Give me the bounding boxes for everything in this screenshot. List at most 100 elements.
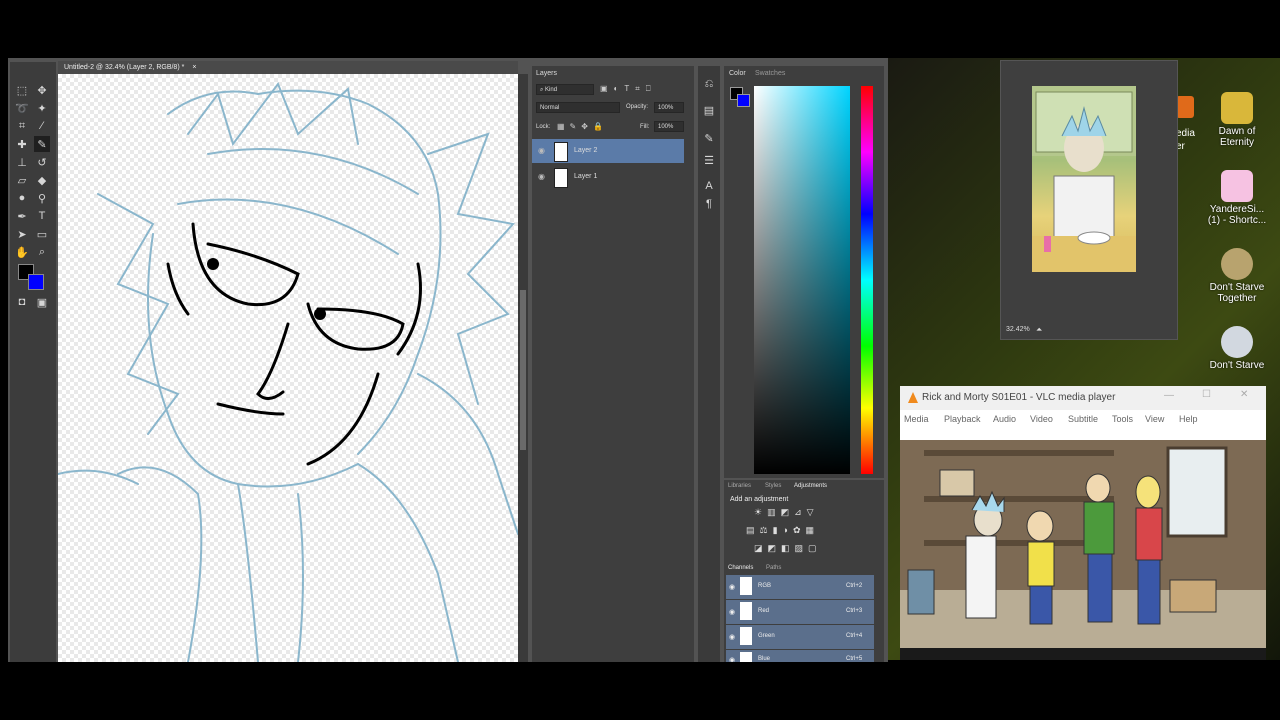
desktop-icon-dawn-of-eternity[interactable]: Dawn of Eternity (1207, 92, 1267, 148)
layer-thumbnail (554, 142, 568, 162)
desktop-icon-label: Don't Starve (1209, 360, 1265, 371)
close-icon[interactable]: × (184, 64, 196, 71)
layer-filter-select[interactable]: ⌕ Kind (536, 84, 594, 95)
lock-icons[interactable]: ▦✎✥🔒 (557, 122, 608, 131)
magic-wand-icon[interactable]: ✦ (34, 100, 50, 116)
blend-mode-select[interactable]: Normal (536, 102, 620, 113)
lock-label: Lock: (536, 124, 551, 130)
canvas-scrollbar-thumb[interactable] (520, 290, 526, 450)
hue-slider[interactable] (861, 86, 873, 474)
layer-row-layer-2[interactable]: ◉ Layer 2 (532, 139, 684, 163)
adjustment-icons-row-3[interactable]: ◪◩◧▨▢ (754, 543, 822, 554)
minimize-icon[interactable]: — (1164, 390, 1174, 401)
tab-channels[interactable]: Channels (728, 565, 753, 571)
tab-swatches[interactable]: Swatches (755, 70, 785, 77)
desktop-icon-dont-starve-together[interactable]: Don't Starve Together (1207, 248, 1267, 304)
menu-view[interactable]: View (1145, 414, 1164, 424)
hand-tool-icon[interactable]: ✋ (14, 244, 30, 260)
channel-row-blue[interactable]: ◉ Blue Ctrl+5 (726, 650, 874, 662)
tab-styles[interactable]: Styles (765, 483, 781, 489)
blur-tool-icon[interactable]: ● (14, 190, 30, 206)
paragraph-icon[interactable]: ¶ (701, 196, 717, 212)
layer-row-layer-1[interactable]: ◉ Layer 1 (532, 165, 684, 189)
desktop-partial-label-1: edia (1176, 128, 1195, 139)
menu-tools[interactable]: Tools (1112, 414, 1133, 424)
bucket-tool-icon[interactable]: ◆ (34, 172, 50, 188)
tab-libraries[interactable]: Libraries (728, 483, 751, 489)
eye-icon[interactable]: ◉ (538, 172, 545, 181)
vlc-seek-bar[interactable] (900, 648, 1266, 660)
eye-icon[interactable]: ◉ (729, 583, 735, 591)
brush-settings-icon[interactable]: ☰ (701, 152, 717, 168)
eyedropper-icon[interactable]: ⁄ (34, 118, 50, 134)
menu-video[interactable]: Video (1030, 414, 1053, 424)
tab-adjustments[interactable]: Adjustments (794, 483, 827, 489)
tools-panel: ⬚ ✥ ➰ ✦ ⌗ ⁄ ✚ ✎ ⊥ ↺ ▱ ◆ ● ⚲ ✒ T ➤ ▭ ✋ ⌕ … (10, 62, 56, 662)
color-field[interactable] (754, 86, 850, 474)
navigator-zoom[interactable]: 32.42% (1006, 326, 1030, 333)
history-icon[interactable]: ⎌ (701, 76, 717, 92)
crop-tool-icon[interactable]: ⌗ (14, 118, 30, 134)
marquee-tool-icon[interactable]: ⬚ (14, 82, 30, 98)
stamp-tool-icon[interactable]: ⊥ (14, 154, 30, 170)
vlc-menu-bar: Media Playback Audio Video Subtitle Tool… (900, 410, 1266, 428)
quick-mask-icon[interactable]: ◘ (14, 294, 30, 310)
path-select-icon[interactable]: ➤ (14, 226, 30, 242)
history-brush-icon[interactable]: ↺ (34, 154, 50, 170)
channel-thumbnail (740, 627, 752, 645)
adjustments-heading: Add an adjustment (730, 496, 789, 503)
eye-icon[interactable]: ◉ (729, 633, 735, 641)
desktop-icon-dont-starve[interactable]: Don't Starve (1207, 326, 1267, 371)
channel-thumbnail (740, 652, 752, 662)
fill-field[interactable]: 100% (654, 121, 684, 132)
opacity-field[interactable]: 100% (654, 102, 684, 113)
channel-row-red[interactable]: ◉ Red Ctrl+3 (726, 600, 874, 624)
eye-icon[interactable]: ◉ (538, 146, 545, 155)
document-canvas[interactable] (58, 74, 518, 662)
menu-subtitle[interactable]: Subtitle (1068, 414, 1098, 424)
menu-help[interactable]: Help (1179, 414, 1198, 424)
properties-icon[interactable]: ▤ (701, 102, 717, 118)
tab-layers[interactable]: Layers (536, 70, 557, 77)
dodge-tool-icon[interactable]: ⚲ (34, 190, 50, 206)
vlc-window-title: Rick and Morty S01E01 - VLC media player (922, 392, 1116, 403)
menu-playback[interactable]: Playback (944, 414, 981, 424)
adjustment-icons-row-2[interactable]: ▤⚖▮◑✿▦ (746, 525, 819, 536)
background-color-chip[interactable] (737, 94, 750, 107)
vlc-shortcut-icon[interactable] (1176, 96, 1194, 118)
healing-brush-icon[interactable]: ✚ (14, 136, 30, 152)
channel-thumbnail (740, 602, 752, 620)
pen-tool-icon[interactable]: ✒ (14, 208, 30, 224)
screen-mode-icon[interactable]: ▣ (34, 294, 50, 310)
menu-audio[interactable]: Audio (993, 414, 1016, 424)
layer-filter-icons[interactable]: ▣◐T⌗⎕ (600, 84, 657, 94)
type-tool-icon[interactable]: T (34, 208, 50, 224)
tab-color[interactable]: Color (729, 70, 746, 77)
background-color-swatch[interactable] (28, 274, 44, 290)
letterbox-bottom (0, 662, 1280, 720)
menu-media[interactable]: Media (904, 414, 929, 424)
character-icon[interactable]: A (701, 178, 717, 194)
close-icon[interactable]: ✕ (1240, 389, 1248, 400)
channel-name: RGB (758, 583, 772, 589)
vlc-video-frame[interactable] (900, 440, 1266, 648)
shape-tool-icon[interactable]: ▭ (34, 226, 50, 242)
zoom-tool-icon[interactable]: ⌕ (34, 244, 50, 260)
eye-icon[interactable]: ◉ (729, 608, 735, 616)
channel-row-green[interactable]: ◉ Green Ctrl+4 (726, 625, 874, 649)
vlc-title-bar[interactable]: Rick and Morty S01E01 - VLC media player… (900, 386, 1266, 410)
tab-paths[interactable]: Paths (766, 565, 781, 571)
adjustment-icons-row-1[interactable]: ☀▥◩⊿▽ (754, 507, 819, 518)
lasso-tool-icon[interactable]: ➰ (14, 100, 30, 116)
brush-presets-icon[interactable]: ✎ (701, 130, 717, 146)
document-tab[interactable]: Untitled-2 @ 32.4% (Layer 2, RGB/8) * × (58, 61, 518, 74)
zoom-out-icon[interactable]: ⏶ (1036, 325, 1042, 335)
channel-row-rgb[interactable]: ◉ RGB Ctrl+2 (726, 575, 874, 599)
brush-tool-icon[interactable]: ✎ (34, 136, 50, 152)
eraser-tool-icon[interactable]: ▱ (14, 172, 30, 188)
channel-thumbnail (740, 577, 752, 595)
maximize-icon[interactable]: ☐ (1202, 389, 1211, 400)
move-tool-icon[interactable]: ✥ (34, 82, 50, 98)
desktop-icon-yandere[interactable]: YandereSi... (1) - Shortc... (1207, 170, 1267, 226)
game-icon (1221, 170, 1253, 202)
